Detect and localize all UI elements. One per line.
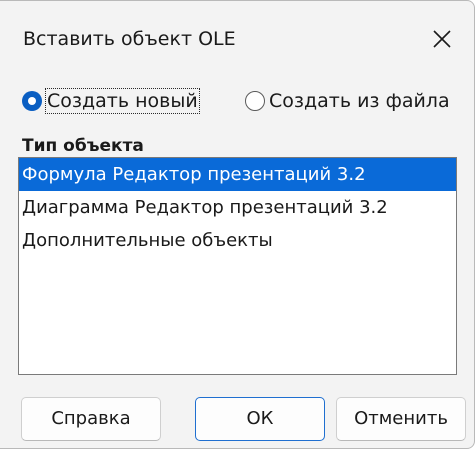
radio-create-new-label[interactable]: Создать новый — [45, 88, 200, 114]
object-type-label: Тип объекта — [22, 136, 144, 156]
help-button[interactable]: Справка — [21, 397, 161, 441]
title-bar: Вставить объект OLE — [0, 1, 474, 61]
radio-create-new[interactable]: Создать новый — [22, 87, 200, 115]
radio-create-from-file-label[interactable]: Создать из файла — [269, 89, 450, 113]
close-button[interactable] — [424, 21, 460, 57]
list-item[interactable]: Дополнительные объекты — [19, 224, 456, 257]
list-item[interactable]: Диаграмма Редактор презентаций 3.2 — [19, 191, 456, 224]
radio-unchecked-icon[interactable] — [245, 91, 265, 111]
ok-button[interactable]: ОК — [195, 397, 325, 441]
radio-create-from-file[interactable]: Создать из файла — [245, 87, 450, 115]
cancel-button[interactable]: Отменить — [336, 397, 466, 441]
object-type-list[interactable]: Формула Редактор презентаций 3.2 Диаграм… — [18, 157, 457, 375]
insert-ole-dialog: Вставить объект OLE Создать новый Создат… — [0, 0, 475, 449]
close-icon — [433, 30, 451, 48]
dialog-title: Вставить объект OLE — [23, 28, 236, 50]
radio-checked-icon[interactable] — [22, 91, 42, 111]
list-item[interactable]: Формула Редактор презентаций 3.2 — [19, 158, 456, 191]
